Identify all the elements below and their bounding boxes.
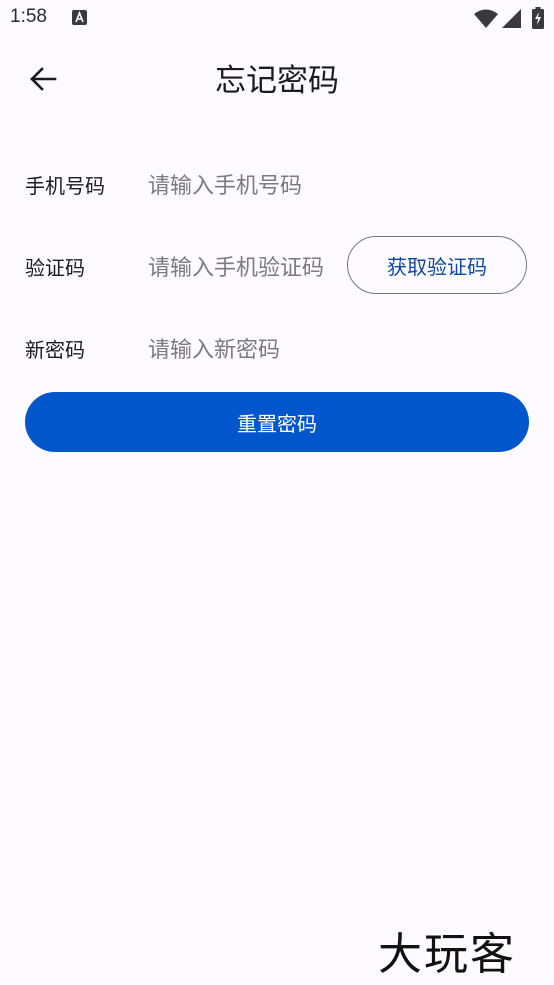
new-password-label: 新密码 (25, 338, 85, 362)
reset-password-button[interactable]: 重置密码 (25, 392, 529, 452)
page-title: 忘记密码 (215, 63, 339, 99)
code-label: 验证码 (25, 256, 85, 280)
get-code-button[interactable]: 获取验证码 (347, 236, 527, 294)
watermark-logo: 大玩客 (378, 929, 516, 980)
signal-icon (502, 9, 522, 33)
phone-label: 手机号码 (25, 174, 105, 198)
verification-code-input[interactable] (148, 246, 346, 290)
wifi-icon (474, 9, 498, 33)
status-bar: 1:58 (0, 0, 554, 40)
battery-charging-icon (532, 7, 544, 33)
new-password-input[interactable] (148, 328, 528, 372)
phone-input[interactable] (148, 164, 528, 208)
notification-a-icon (72, 10, 87, 25)
status-time: 1:58 (10, 6, 47, 27)
